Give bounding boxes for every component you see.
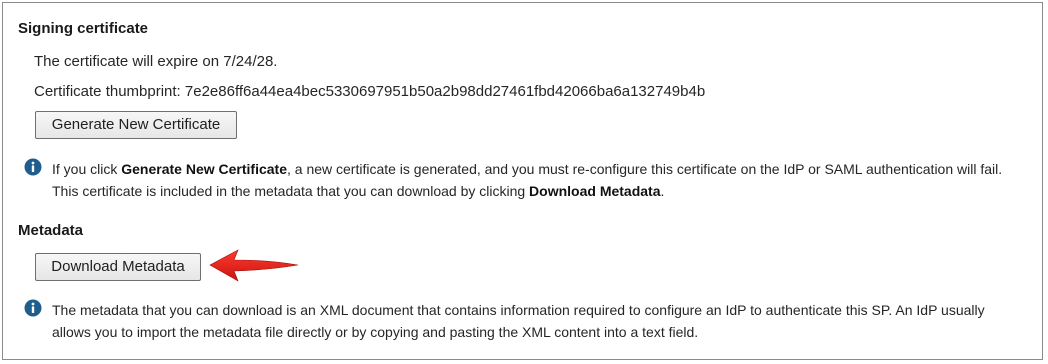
thumbprint-value: 7e2e86ff6a44ea4bec5330697951b50a2b98dd27… (184, 83, 706, 100)
note-bold-generate: Generate New Certificate (121, 161, 287, 177)
certificate-expiry-text: The certificate will expire on 7/24/28. (34, 53, 278, 70)
note-bold-download: Download Metadata (529, 183, 661, 199)
generate-certificate-note: If you click Generate New Certificate, a… (24, 158, 1024, 202)
info-circle-icon (24, 299, 42, 317)
certificate-thumbprint: Certificate thumbprint: 7e2e86ff6a44ea4b… (34, 83, 705, 100)
info-circle-icon (24, 158, 42, 176)
signing-certificate-title: Signing certificate (18, 20, 149, 37)
metadata-note: The metadata that you can download is an… (24, 299, 1024, 343)
generate-certificate-note-text: If you click Generate New Certificate, a… (52, 161, 1003, 199)
metadata-note-text: The metadata that you can download is an… (52, 302, 985, 340)
download-metadata-button[interactable]: Download Metadata (35, 253, 201, 281)
metadata-title: Metadata (18, 222, 84, 239)
thumbprint-label: Certificate thumbprint: (34, 83, 185, 100)
red-arrow-pointer-icon (209, 249, 299, 282)
generate-new-certificate-button[interactable]: Generate New Certificate (35, 111, 237, 139)
saml-settings-panel: Signing certificate The certificate will… (2, 2, 1043, 360)
